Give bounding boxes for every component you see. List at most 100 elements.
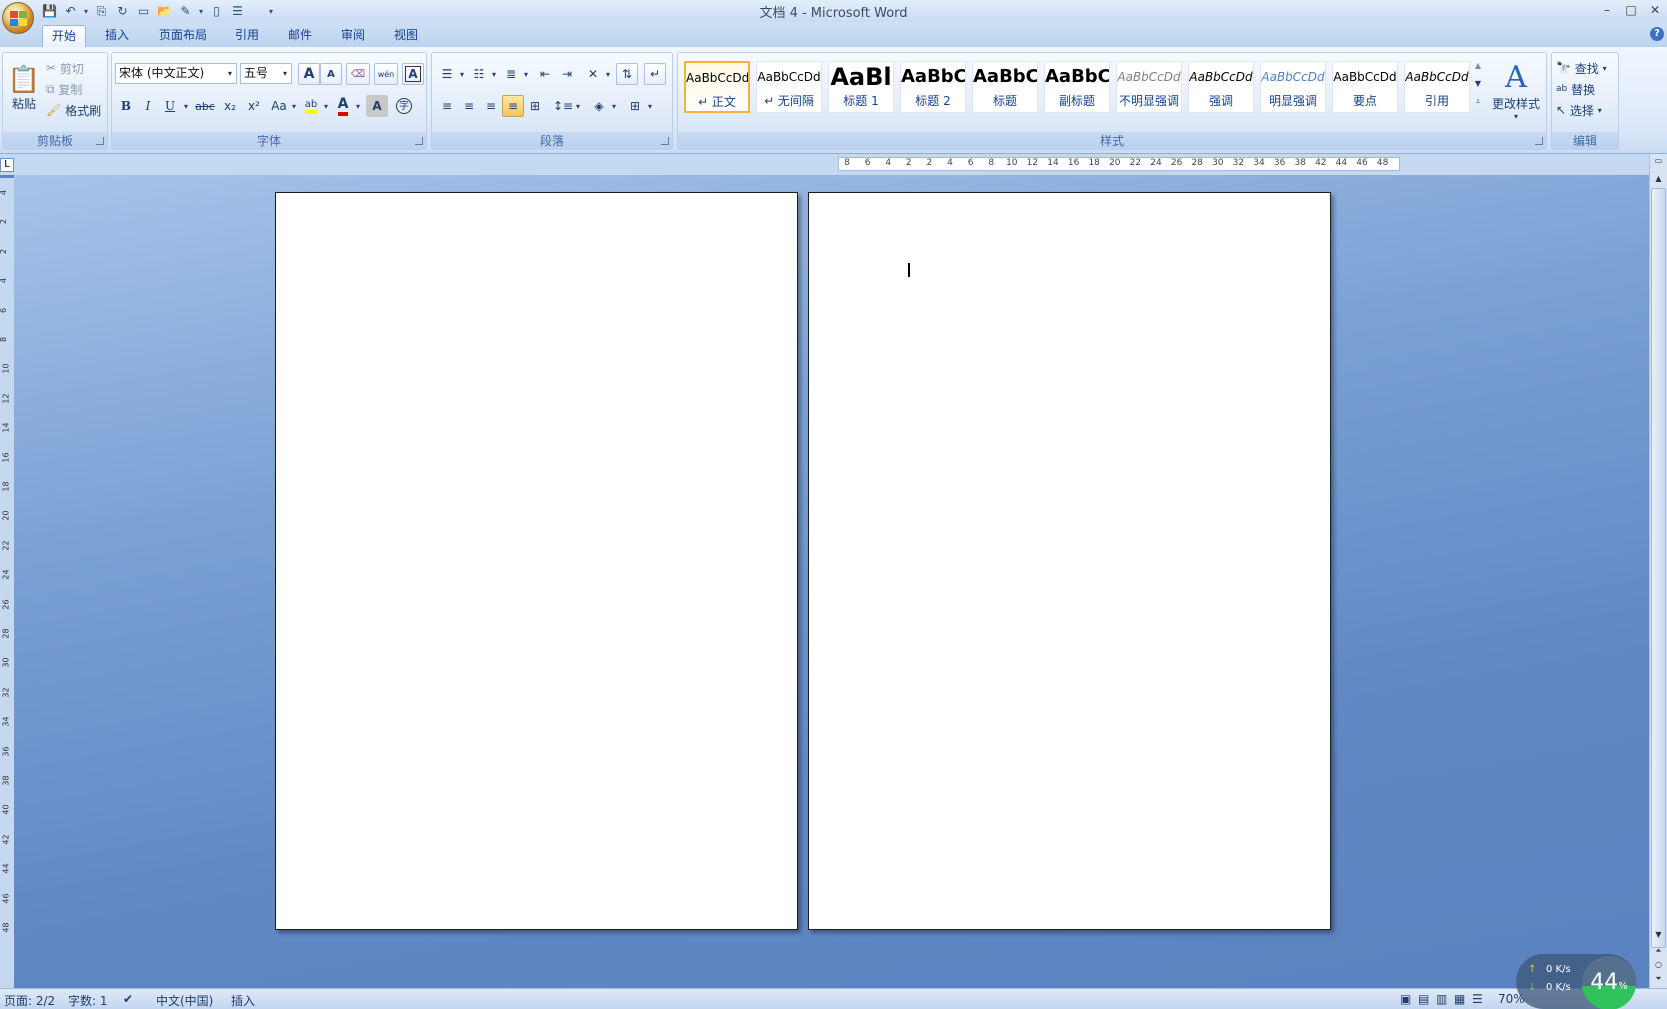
style-tile[interactable]: AaBbC 标题 2 — [900, 61, 966, 113]
tab-insert[interactable]: 插入 — [95, 25, 139, 47]
style-tile[interactable]: AaBbCcDd 强调 — [1188, 61, 1254, 113]
undo-icon[interactable]: ↶ — [61, 2, 80, 20]
minimize-button[interactable]: – — [1595, 0, 1619, 20]
highlight-dropdown-icon[interactable]: ▾ — [322, 95, 330, 117]
spelling-icon[interactable]: ✎ — [176, 2, 195, 20]
replace-button[interactable]: ab 替换 — [1555, 78, 1617, 100]
scroll-up-icon[interactable]: ▲ — [1651, 174, 1666, 183]
numbering-button[interactable]: ☷ — [468, 63, 490, 85]
bullets-button[interactable]: ☰ — [436, 63, 458, 85]
print-preview-icon[interactable]: ▯ — [207, 2, 226, 20]
tab-view[interactable]: 视图 — [384, 25, 428, 47]
find-replace-icon[interactable]: ⎘ — [92, 2, 111, 20]
shrink-font-button[interactable]: A — [320, 63, 342, 85]
paste-button[interactable]: 📋 粘贴 — [6, 55, 42, 121]
next-page-icon[interactable]: ⏷ — [1651, 974, 1666, 984]
select-button[interactable]: ↖ 选择 ▾ — [1555, 99, 1617, 121]
tab-home[interactable]: 开始 — [42, 25, 86, 47]
style-tile[interactable]: AaBbCcDd 要点 — [1332, 61, 1398, 113]
tab-review[interactable]: 审阅 — [331, 25, 375, 47]
help-icon[interactable]: ? — [1650, 27, 1664, 41]
save-icon[interactable]: 💾 — [40, 2, 59, 20]
style-tile[interactable]: AaBbCcDd 引用 — [1404, 61, 1470, 113]
styles-scroll-down-icon[interactable]: ▼ — [1472, 75, 1484, 92]
font-size-combo[interactable]: 五号 ▾ — [240, 63, 292, 84]
line-spacing-button[interactable]: ↕≡ — [552, 95, 574, 117]
browse-object-icon[interactable]: ○ — [1651, 960, 1666, 969]
change-case-dropdown-icon[interactable]: ▾ — [290, 95, 298, 117]
scroll-down-icon[interactable]: ▼ — [1651, 930, 1666, 939]
grow-font-button[interactable]: A — [298, 63, 320, 85]
customize-qat-icon[interactable]: ▾ — [267, 2, 275, 20]
change-styles-button[interactable]: A 更改样式 ▾ — [1488, 55, 1544, 125]
phonetic-guide-button[interactable]: wén — [374, 63, 398, 85]
change-case-button[interactable]: Aa — [268, 95, 290, 117]
language-status[interactable]: 中文(中国) — [156, 992, 213, 1009]
format-painter-button[interactable]: 🖌 格式刷 — [45, 99, 105, 121]
redo-icon[interactable]: ↻ — [113, 2, 132, 20]
web-layout-view-icon[interactable]: ▥ — [1436, 992, 1447, 1006]
chinese-layout-button[interactable]: ✕ — [582, 63, 604, 85]
document-page-1[interactable] — [275, 192, 798, 930]
decrease-indent-button[interactable]: ⇤ — [534, 63, 556, 85]
style-tile[interactable]: AaBbCcDd 明显强调 — [1260, 61, 1326, 113]
align-center-button[interactable]: ≡ — [458, 95, 480, 117]
insert-mode-status[interactable]: 插入 — [231, 992, 255, 1009]
proofing-icon[interactable]: ✔ — [123, 992, 133, 1006]
increase-indent-button[interactable]: ⇥ — [556, 63, 578, 85]
document-page-2[interactable] — [808, 192, 1331, 930]
scroll-thumb[interactable] — [1651, 188, 1666, 948]
draft-view-icon[interactable]: ☰ — [1472, 992, 1483, 1006]
find-button[interactable]: 🔭 查找 ▾ — [1555, 57, 1617, 79]
tab-selector[interactable]: L — [0, 158, 14, 172]
justify-button[interactable]: ≡ — [502, 95, 524, 117]
open-folder-icon[interactable]: 📂 — [155, 2, 174, 20]
bullets-dropdown-icon[interactable]: ▾ — [458, 63, 466, 85]
ruler-toggle-icon[interactable]: ▭ — [1651, 156, 1666, 165]
outline-view-icon[interactable]: ▦ — [1454, 992, 1465, 1006]
italic-button[interactable]: I — [137, 95, 159, 117]
full-screen-view-icon[interactable]: ▤ — [1418, 992, 1429, 1006]
style-tile[interactable]: AaBbC 副标题 — [1044, 61, 1110, 113]
new-document-icon[interactable]: ▭ — [134, 2, 153, 20]
align-right-button[interactable]: ≡ — [480, 95, 502, 117]
maximize-button[interactable]: □ — [1619, 0, 1643, 20]
align-left-icon[interactable]: ☰ — [228, 2, 247, 20]
show-marks-button[interactable]: ↵ — [644, 63, 666, 85]
borders-dropdown-icon[interactable]: ▾ — [646, 95, 654, 117]
styles-scroll-up-icon[interactable]: ▲ — [1472, 57, 1484, 74]
subscript-button[interactable]: x₂ — [218, 95, 242, 117]
shading-button[interactable]: ◈ — [588, 95, 610, 117]
tab-references[interactable]: 引用 — [225, 25, 269, 47]
font-color-dropdown-icon[interactable]: ▾ — [354, 95, 362, 117]
numbering-dropdown-icon[interactable]: ▾ — [490, 63, 498, 85]
word-count-status[interactable]: 字数: 1 — [68, 992, 108, 1009]
character-border-button[interactable]: A — [402, 63, 424, 85]
style-tile[interactable]: AaBbC 标题 — [972, 61, 1038, 113]
clear-format-button[interactable]: ⌫ — [346, 63, 370, 85]
underline-dropdown-icon[interactable]: ▾ — [181, 95, 191, 117]
bold-button[interactable]: B — [115, 95, 137, 117]
font-name-dropdown-icon[interactable]: ▾ — [224, 64, 236, 83]
office-button[interactable] — [2, 2, 34, 34]
cut-button[interactable]: ✂ 剪切 — [45, 57, 105, 79]
style-tile[interactable]: AaBbCcDd ↵ 无间隔 — [756, 61, 822, 113]
font-size-dropdown-icon[interactable]: ▾ — [279, 64, 291, 83]
spelling-dropdown-icon[interactable]: ▾ — [197, 2, 205, 20]
paragraph-launcher-icon[interactable] — [661, 137, 669, 145]
vertical-scrollbar[interactable]: ▭ ▲ ▼ ⏶ ○ ⏷ — [1649, 154, 1667, 988]
vertical-ruler[interactable]: 4224681012141618202224262830323436384042… — [0, 178, 14, 988]
font-name-combo[interactable]: 宋体 (中文正文) ▾ — [115, 63, 237, 84]
page-count-status[interactable]: 页面: 2/2 — [4, 992, 55, 1009]
font-launcher-icon[interactable] — [415, 137, 423, 145]
font-color-button[interactable]: A — [332, 95, 354, 117]
highlight-button[interactable]: ab — [300, 95, 322, 117]
previous-page-icon[interactable]: ⏶ — [1651, 946, 1666, 956]
distributed-button[interactable]: ⊞ — [524, 95, 546, 117]
style-tile[interactable]: AaBl 标题 1 — [828, 61, 894, 113]
network-speed-widget[interactable]: ↑ 0 K/s ↓ 0 K/s 44% — [1516, 954, 1636, 1009]
borders-button[interactable]: ⊞ — [624, 95, 646, 117]
align-left-button[interactable]: ≡ — [436, 95, 458, 117]
sort-button[interactable]: ⇅ — [616, 63, 638, 85]
enclose-characters-button[interactable]: 字 — [392, 95, 416, 117]
